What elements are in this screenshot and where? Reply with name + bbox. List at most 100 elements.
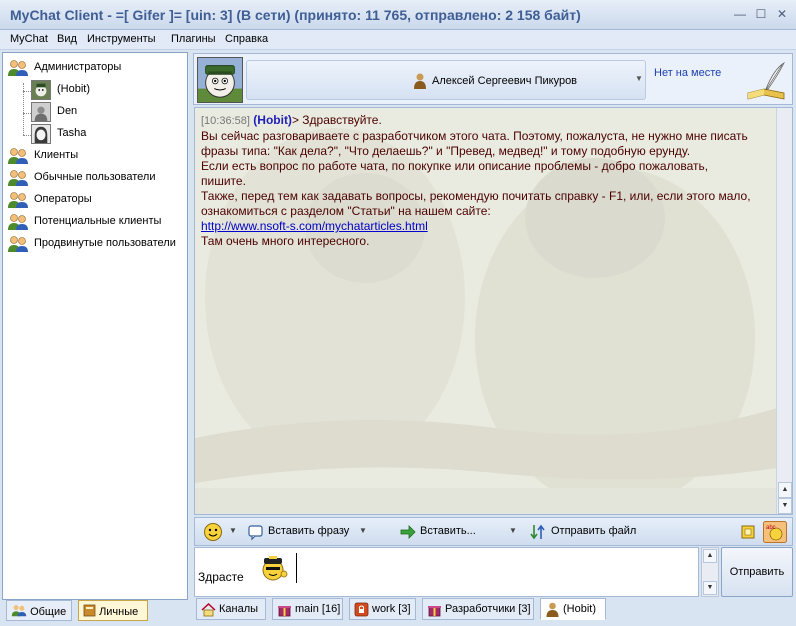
contact-label: Den [57,105,78,117]
group-label: Продвинутые пользователи [34,237,176,249]
scroll-down-button[interactable]: ▼ [703,581,717,595]
message-line: Там очень много интересного. [201,234,370,248]
users-group-icon [8,214,28,230]
tab-developers[interactable]: Разработчики [3] [422,598,534,620]
svg-text:abc: abc [766,525,776,531]
chat-header: Алексей Сергеевич Пикуров ▼ Нет на месте [193,53,793,105]
contact-tasha[interactable]: Tasha [31,124,181,144]
users-group-icon [8,192,28,208]
gift-icon [428,606,441,617]
left-tabs: Общие Личные [2,600,188,622]
chevron-down-icon[interactable]: ▼ [635,74,643,83]
book-icon [83,604,96,617]
group-clients[interactable]: Клиенты [7,146,187,166]
message-line: Вы сейчас разговариваете с разработчиком… [201,129,748,158]
insert-phrase-button[interactable]: Вставить фразу [268,525,349,537]
maximize-button[interactable]: ☐ [752,6,770,22]
message-link[interactable]: http://www.nsoft-s.com/mychatarticles.ht… [201,219,428,233]
insert-arrow-icon [400,525,416,539]
minimize-button[interactable]: — [731,6,749,22]
tab-label: Каналы [219,603,259,615]
spellcheck-icon[interactable]: abc [763,521,787,543]
scroll-up-button[interactable]: ▲ [703,549,717,563]
tab-label: Разработчики [3] [445,603,531,615]
lock-icon [354,602,369,617]
contact-den[interactable]: Den [31,102,181,122]
tree-line [23,113,31,114]
message-timestamp: [10:36:58] [201,115,250,127]
message-line: Если есть вопрос по работе чата, по поку… [201,159,709,188]
tab-main[interactable]: main [16] [272,598,343,620]
title-bar: MyChat Client - =[ Gifer ]= [uin: 3] (В … [0,0,796,30]
scroll-down-button[interactable]: ▼ [778,498,792,514]
message-input[interactable]: Здрасте [194,547,699,597]
message-greeting: > Здравствуйте. [291,113,382,127]
message-input-text: Здрасте [198,570,244,584]
message-nick[interactable]: (Hobit) [253,113,292,127]
menu-view[interactable]: Вид [57,33,77,45]
quill-book-icon [747,61,785,100]
tab-label: Личные [99,606,139,618]
close-button[interactable]: ✕ [773,6,791,22]
home-icon [201,602,216,617]
phrase-icon [248,525,263,541]
input-scrollbar[interactable]: ▲ ▼ [701,547,719,597]
group-label: Операторы [34,193,92,205]
conversation-tabs: Каналы main [16] work [3] Разработчики [… [193,598,796,622]
menu-tools[interactable]: Инструменты [87,33,156,45]
send-button[interactable]: Отправить [721,547,793,597]
user-icon [546,602,559,617]
tab-channels[interactable]: Каналы [196,598,266,620]
user-icon [414,73,426,89]
menu-help[interactable]: Справка [225,33,268,45]
group-label: Клиенты [34,149,79,161]
tab-personal[interactable]: Личные [78,600,148,621]
tree-line [23,135,31,136]
group-label: Обычные пользователи [34,171,156,183]
insert-button[interactable]: Вставить... [420,525,476,537]
group-label: Администраторы [34,61,122,73]
tab-label: Общие [30,606,67,618]
tab-hobit[interactable]: (Hobit) [540,598,606,620]
users-group-icon [8,236,28,252]
group-advanced-users[interactable]: Продвинутые пользователи [7,234,187,254]
menu-mychat[interactable]: MyChat [10,33,48,45]
group-regular-users[interactable]: Обычные пользователи [7,168,187,188]
gift-icon [278,606,291,617]
menu-plugins[interactable]: Плагины [171,33,216,45]
contact-hobit[interactable]: (Hobit) [31,80,181,100]
chevron-down-icon[interactable]: ▼ [509,526,517,535]
tab-common[interactable]: Общие [6,600,72,621]
chevron-down-icon[interactable]: ▼ [359,526,367,535]
tab-label: work [3] [372,603,411,615]
tab-work[interactable]: work [3] [349,598,416,620]
send-file-button[interactable]: Отправить файл [551,525,636,537]
panel-splitter[interactable] [188,52,192,622]
note-icon[interactable] [741,525,755,539]
group-operators[interactable]: Операторы [7,190,187,210]
message-toolbar: ▼ Вставить фразу ▼ Вставить... ▼ Отправи… [194,517,793,546]
emoticon-icon [262,556,288,581]
users-group-icon [8,170,28,186]
chat-scrollbar[interactable]: ▲ ▼ [776,108,792,514]
users-group-icon [8,60,28,76]
contact-label: Tasha [57,127,87,139]
tab-label: main [16] [295,603,341,615]
group-administrators[interactable]: Администраторы [7,58,187,78]
group-label: Потенциальные клиенты [34,215,162,227]
scroll-up-button[interactable]: ▲ [778,482,792,498]
group-potential-clients[interactable]: Потенциальные клиенты [7,212,187,232]
contact-name: Алексей Сергеевич Пикуров [432,75,578,87]
smiley-icon[interactable] [203,522,223,542]
tab-label: (Hobit) [563,603,597,615]
contact-status: Нет на месте [654,67,722,79]
avatar [197,57,243,103]
menu-bar: MyChat Вид Инструменты Плагины Справка [0,30,796,50]
chat-log[interactable]: [10:36:58] (Hobit)> Здравствуйте. Вы сей… [194,107,793,515]
chevron-down-icon[interactable]: ▼ [229,526,237,535]
window-title: MyChat Client - =[ Gifer ]= [uin: 3] (В … [10,7,581,23]
contact-name-box[interactable]: Алексей Сергеевич Пикуров ▼ [246,60,646,100]
contact-tree: Администраторы (Hobit) Den Tasha Клиенты… [2,52,188,600]
contact-label: (Hobit) [57,83,91,95]
users-group-icon [8,148,28,164]
